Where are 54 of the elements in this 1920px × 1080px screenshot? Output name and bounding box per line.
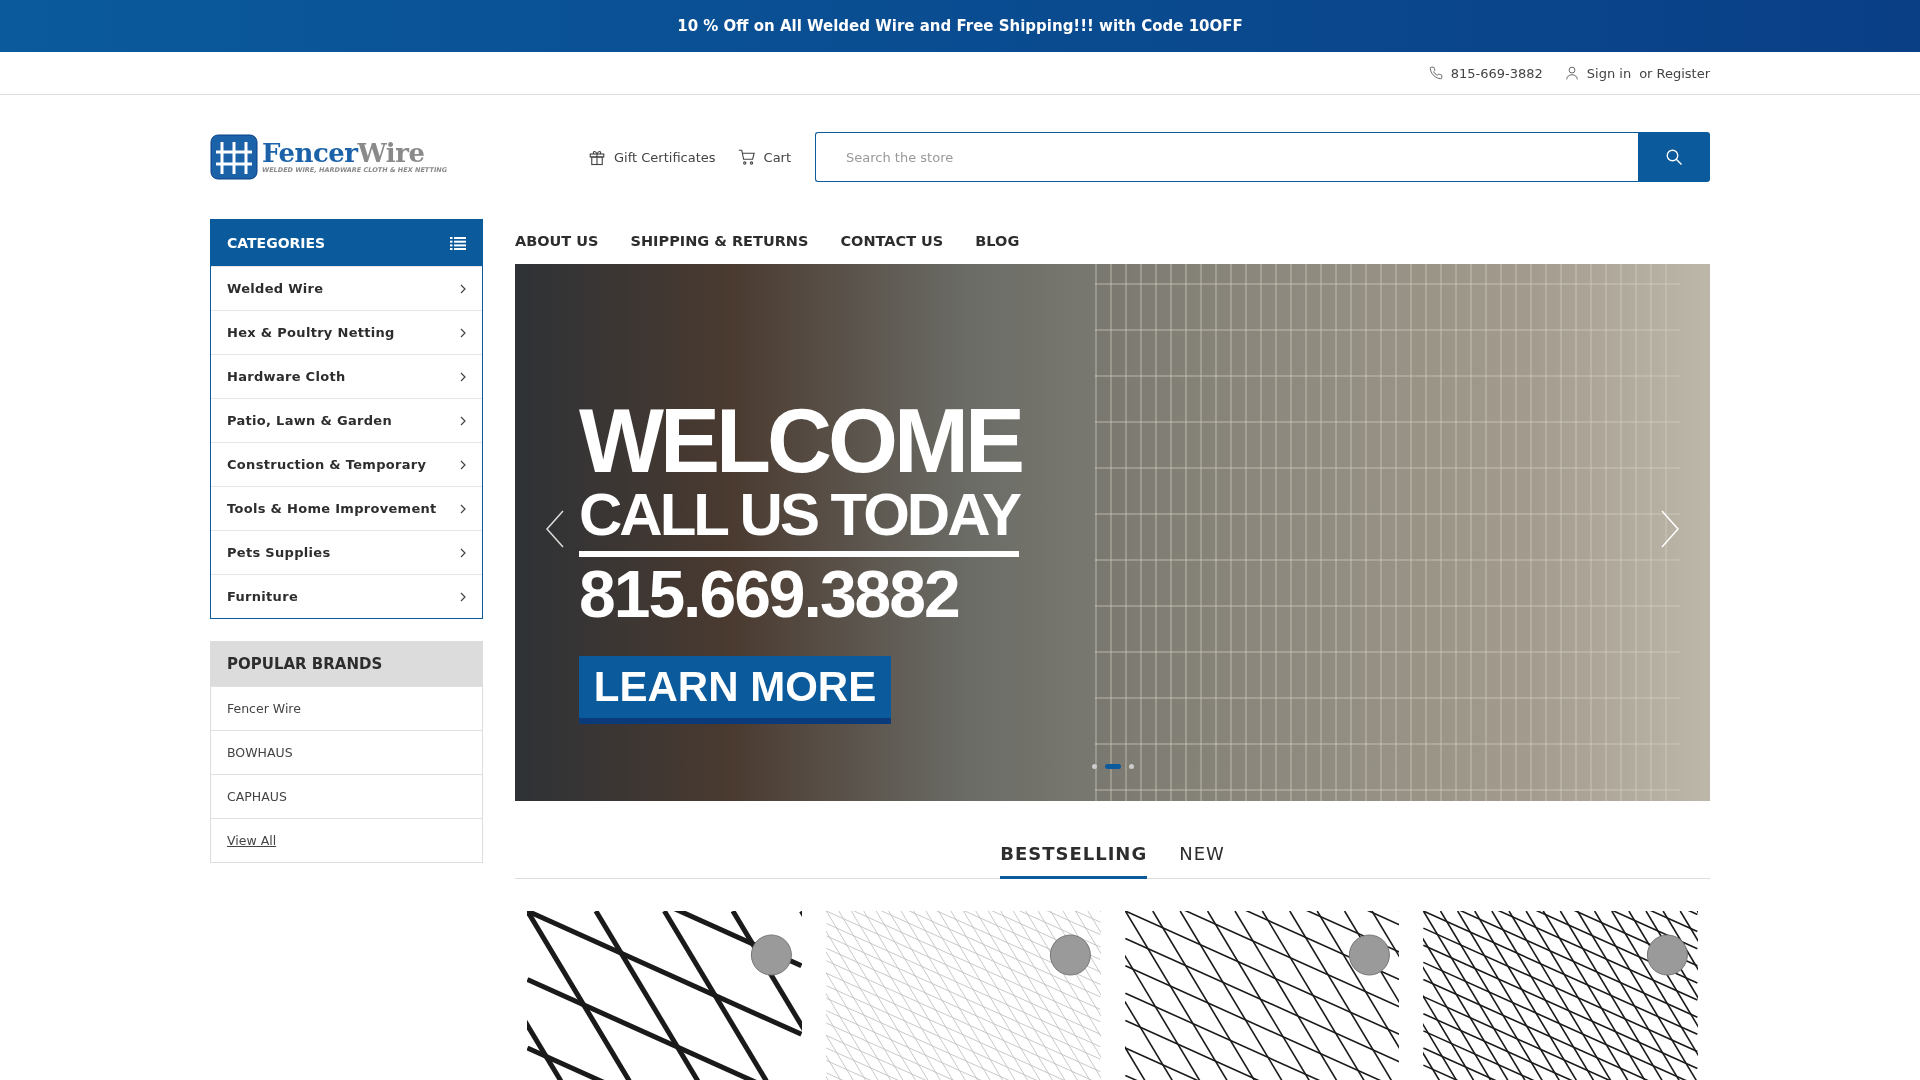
- learn-more-button[interactable]: LEARN MORE: [579, 656, 891, 725]
- chevron-right-icon: [460, 503, 466, 514]
- category-link[interactable]: Hardware Cloth: [211, 354, 482, 398]
- gift-certificates-link[interactable]: Gift Certificates: [588, 148, 716, 166]
- user-icon: [1564, 66, 1579, 80]
- sign-in-link[interactable]: Sign in: [1586, 65, 1632, 81]
- slide-dot[interactable]: [1091, 764, 1097, 769]
- category-link[interactable]: Furniture: [211, 574, 482, 618]
- chevron-right-icon: [460, 415, 466, 426]
- chevron-right-icon: [1660, 509, 1680, 549]
- nav-link[interactable]: CONTACT US: [840, 233, 944, 249]
- slide-dot[interactable]: [1128, 764, 1134, 769]
- category-link[interactable]: Tools & Home Improvement: [211, 486, 482, 530]
- promo-text: 10 % Off on All Welded Wire and Free Shipping!!! with Code 10OFF: [677, 17, 1243, 35]
- phone-icon: [1428, 66, 1443, 80]
- category-link[interactable]: Welded Wire: [211, 266, 482, 310]
- banner-headline: WELCOME: [579, 399, 1021, 485]
- brand-link[interactable]: BOWHAUS: [211, 730, 482, 774]
- logo-name: FencerWire: [262, 140, 425, 166]
- search-field[interactable]: Search the store: [815, 132, 1638, 182]
- brand-link[interactable]: Fencer Wire: [211, 686, 482, 730]
- category-link[interactable]: Patio, Lawn & Garden: [211, 398, 482, 442]
- banner-phone: 815.669.3882: [579, 556, 959, 633]
- categories-title: CATEGORIES: [227, 235, 326, 251]
- chevron-right-icon: [460, 283, 466, 294]
- brand-link[interactable]: CAPHAUS: [211, 774, 482, 818]
- nav-link[interactable]: BLOG: [975, 233, 1020, 249]
- nav-link[interactable]: ABOUT US: [515, 233, 599, 249]
- search-button[interactable]: [1638, 132, 1710, 182]
- list-icon[interactable]: [450, 236, 466, 250]
- chevron-right-icon: [460, 327, 466, 338]
- product-tab[interactable]: BESTSELLING: [1000, 835, 1148, 879]
- phone-link[interactable]: 815-669-3882: [1450, 65, 1543, 81]
- cart-link[interactable]: Cart: [737, 148, 792, 166]
- cart-icon: [737, 148, 756, 166]
- category-link[interactable]: Construction & Temporary: [211, 442, 482, 486]
- search-icon: [1665, 148, 1683, 166]
- view-all-link[interactable]: View All: [211, 818, 482, 862]
- chevron-right-icon: [460, 591, 466, 602]
- category-link[interactable]: Hex & Poultry Netting: [211, 310, 482, 354]
- wire-mesh-photo[interactable]: [1423, 911, 1698, 1080]
- product-tab[interactable]: NEW: [1179, 835, 1225, 879]
- chevron-right-icon: [460, 459, 466, 470]
- chevron-left-icon: [545, 509, 565, 549]
- fence-logo-icon: [210, 134, 258, 180]
- or-text: or: [1639, 65, 1653, 81]
- register-link[interactable]: Register: [1656, 65, 1710, 81]
- chevron-right-icon: [460, 371, 466, 382]
- category-link[interactable]: Pets Supplies: [211, 530, 482, 574]
- nav-link[interactable]: SHIPPING & RETURNS: [630, 233, 809, 249]
- gift-icon: [588, 148, 606, 166]
- banner-subhead: CALL US TODAY: [579, 484, 1019, 557]
- chevron-right-icon: [460, 547, 466, 558]
- brands-title: POPULAR BRANDS: [211, 642, 482, 686]
